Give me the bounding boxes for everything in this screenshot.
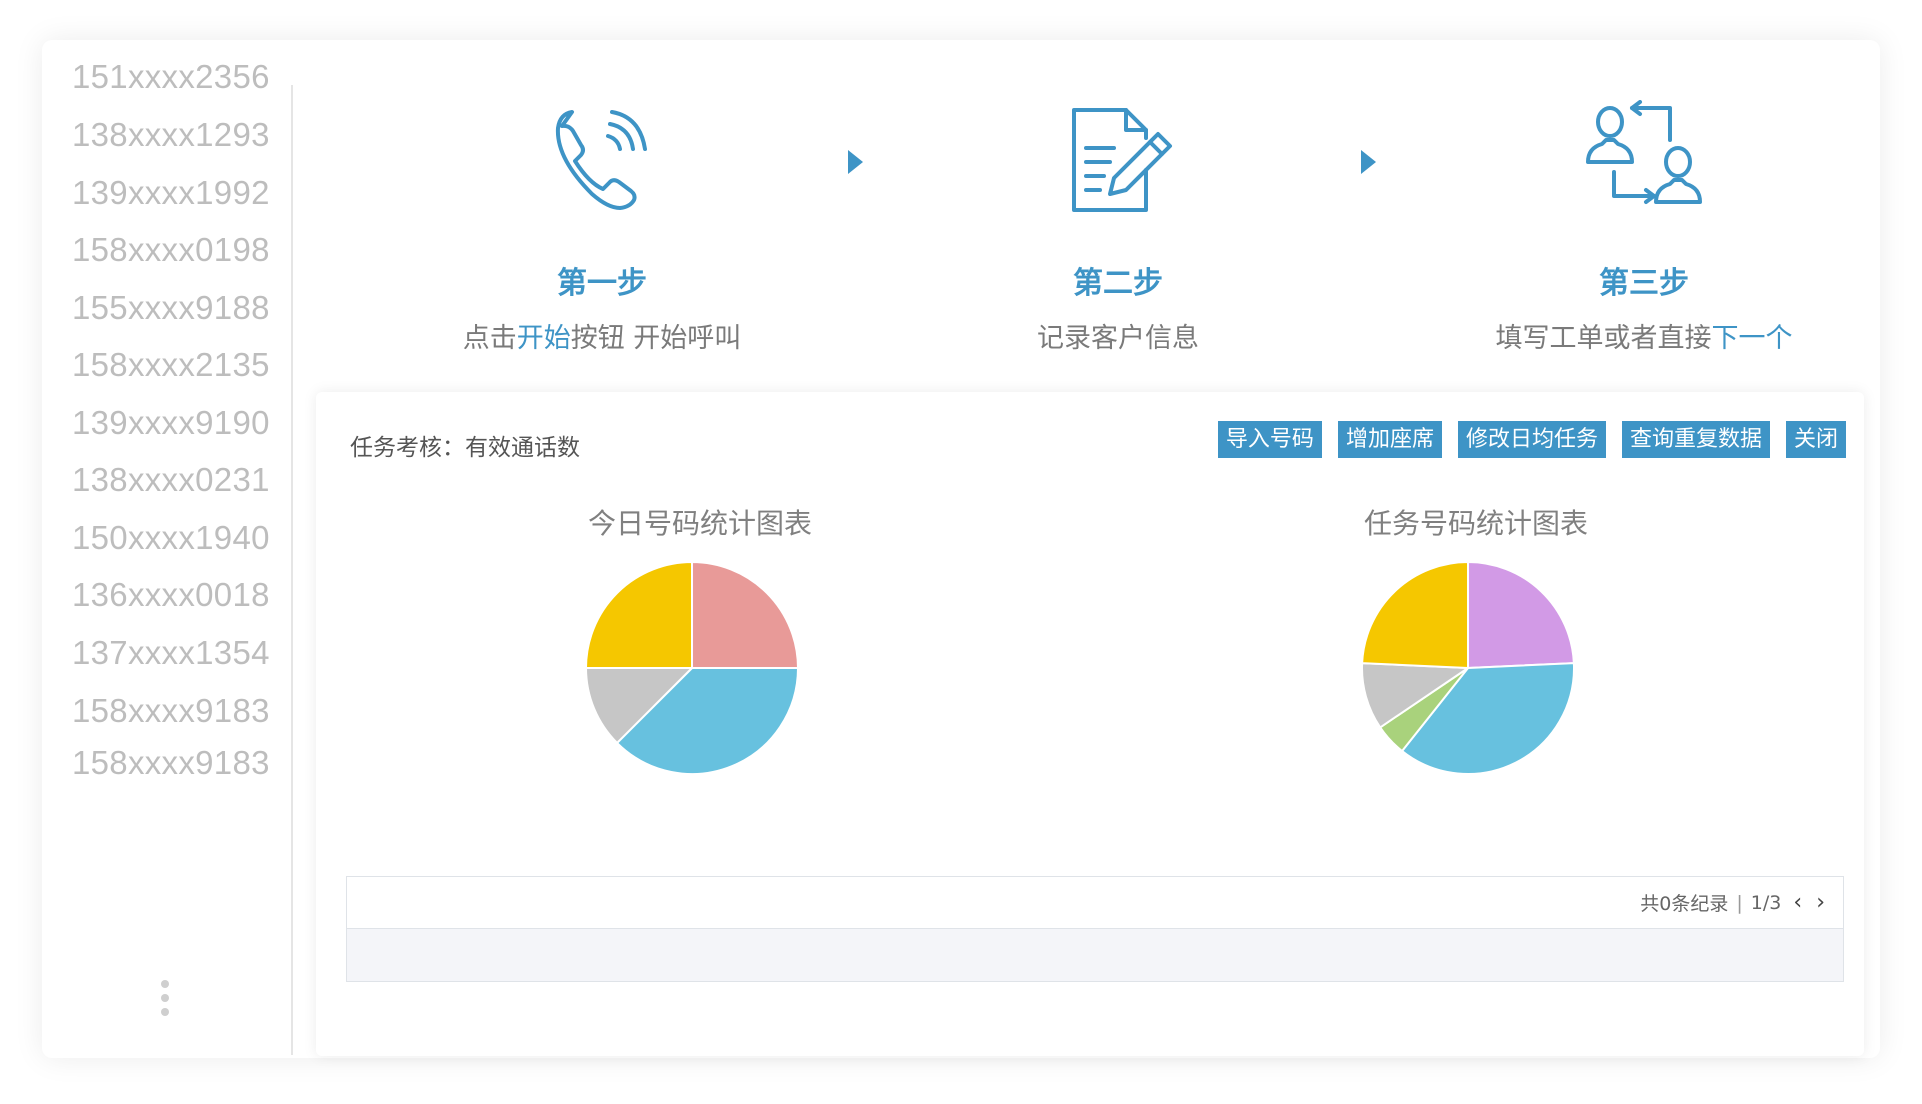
step-desc: 填写工单或者直接下一个 [1495, 323, 1793, 354]
phone-call-icon [542, 100, 662, 220]
phone-number-item[interactable]: 158xxxx9183 [72, 744, 270, 782]
phone-number-item[interactable]: 136xxxx0018 [72, 576, 270, 614]
user-switch-icon [1584, 100, 1704, 220]
edit-document-icon [1058, 100, 1178, 220]
today-chart: 今日号码统计图表 已接听拒接无人接听停机空号其他 [320, 502, 1080, 936]
chart-title: 今日号码统计图表 [587, 507, 812, 540]
task-chart: 任务号码统计图表 已接听拒接无人接听停机空号其他未拨打 [1062, 502, 1856, 936]
chart-title: 任务号码统计图表 [1363, 507, 1588, 540]
step-2: 第二步 记录客户信息 [918, 100, 1318, 355]
chevron-left-icon[interactable]: ‹ [1793, 890, 1802, 915]
chevron-right-icon[interactable]: › [1816, 890, 1825, 915]
toolbar-button[interactable]: 增加座席 [1337, 421, 1442, 458]
step-title: 第二步 [1073, 266, 1163, 301]
step-1: 第一步 点击开始按钮 开始呼叫 [402, 100, 802, 355]
step-arrow-icon [848, 150, 863, 174]
pager-separator: | [1736, 891, 1743, 914]
phone-sidebar: 151xxxx2356 138xxxx1293 139xxxx1992 158xxxx… [42, 40, 292, 1040]
pie-slice-拒接 [691, 560, 800, 669]
phone-number-item[interactable]: 155xxxx9188 [72, 289, 270, 327]
steps-guide: 第一步 点击开始按钮 开始呼叫 第二步 记录客户信息 第三步 填写工单或者直接下… [292, 40, 1880, 400]
phone-number-item[interactable]: 151xxxx2356 [72, 58, 270, 96]
phone-number-item[interactable]: 158xxxx2135 [72, 346, 270, 384]
phone-number-item[interactable]: 138xxxx0231 [72, 461, 270, 499]
toolbar-button[interactable]: 导入号码 [1217, 421, 1322, 458]
phone-number-item[interactable]: 139xxxx9190 [72, 404, 270, 442]
task-label: 任务考核：有效通话数 [350, 435, 580, 461]
step-arrow-icon [1361, 150, 1376, 174]
phone-number-item[interactable]: 139xxxx1992 [72, 174, 270, 212]
phone-number-item[interactable]: 158xxxx9183 [72, 692, 270, 730]
records-table: 共0条纪录 | 1/3 ‹ › [346, 876, 1844, 982]
table-header: 共0条纪录 | 1/3 ‹ › [347, 877, 1843, 929]
task-panel: 任务考核：有效通话数 导入号码 增加座席 修改日均任务 查询重复数据 关闭 今日号码统计… [316, 392, 1864, 1056]
phone-number-item[interactable]: 137xxxx1354 [72, 634, 270, 672]
record-count: 共0条纪录 [1640, 893, 1729, 915]
pie-chart [1361, 560, 1575, 775]
pagination: 共0条纪录 | 1/3 ‹ › [1640, 889, 1825, 916]
page-indicator: 1/3 [1750, 891, 1782, 914]
pie-slice-无人接听 [1361, 560, 1469, 670]
vertical-ellipsis-icon[interactable] [159, 980, 171, 1020]
phone-number-item[interactable]: 150xxxx1940 [72, 519, 270, 557]
step-title: 第一步 [557, 266, 647, 301]
toolbar-button[interactable]: 关闭 [1785, 421, 1846, 458]
pie-slice-无人接听 [584, 560, 693, 669]
pie-slice-未拨打 [1467, 560, 1575, 670]
pie-chart [584, 560, 800, 775]
toolbar: 导入号码 增加座席 修改日均任务 查询重复数据 关闭 [1217, 421, 1846, 458]
step-3: 第三步 填写工单或者直接下一个 [1444, 100, 1844, 355]
table-body [347, 929, 1843, 981]
toolbar-button[interactable]: 查询重复数据 [1621, 421, 1770, 458]
phone-number-item[interactable]: 138xxxx1293 [72, 116, 270, 154]
main-card: 151xxxx2356 138xxxx1293 139xxxx1992 158xxxx… [42, 40, 1880, 1058]
step-desc: 记录客户信息 [1037, 323, 1199, 354]
step-title: 第三步 [1599, 266, 1689, 301]
phone-number-item[interactable]: 158xxxx0198 [72, 231, 270, 269]
toolbar-button[interactable]: 修改日均任务 [1457, 421, 1606, 458]
step-desc: 点击开始按钮 开始呼叫 [462, 323, 742, 354]
